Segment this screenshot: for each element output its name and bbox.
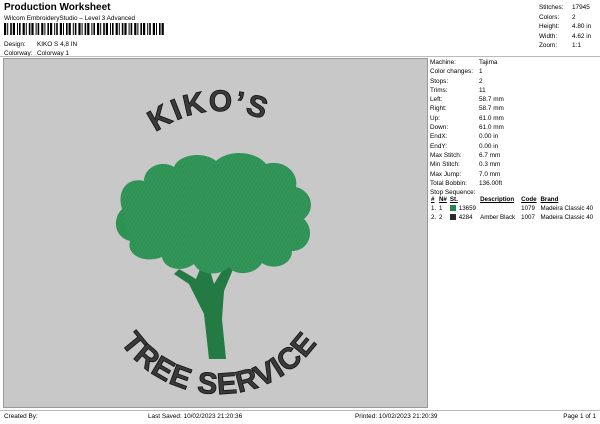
created-by: Created By: <box>4 413 38 420</box>
software-subtitle: Wilcom EmbroideryStudio – Level 3 Advanc… <box>4 15 136 22</box>
printed-date: Printed: 10/02/2023 21:20:39 <box>355 413 438 420</box>
header-divider <box>0 56 600 57</box>
info-right: Right: 58.7 mm <box>430 105 504 113</box>
info-stops: Stops: 2 <box>430 77 483 85</box>
stat-stitches: Stitches: 17945 <box>539 4 590 11</box>
col-st: St. <box>449 196 458 203</box>
col-num: # <box>431 196 435 203</box>
info-left: Left: 58.7 mm <box>430 96 504 104</box>
table-row: 2. 2 4284 Amber Black 1007 Madeira Class… <box>431 214 594 221</box>
page-number: Page 1 of 1 <box>563 413 596 420</box>
design-label: Design: <box>4 41 26 48</box>
info-total-bobbin: Total Bobbin: 136.00ft <box>430 179 503 187</box>
info-machine: Machine: Tajima <box>430 59 498 66</box>
stop-sequence-table: # N# St. Description Code Brand 1. 1 136… <box>430 195 600 222</box>
info-endx: EndX: 0.00 in <box>430 133 499 141</box>
col-code: Code <box>521 196 537 203</box>
col-n: N# <box>438 196 447 203</box>
color-swatch <box>449 205 456 212</box>
design-stats: Stitches: 17945 Colors: 2 Height: 4.80 in W… <box>539 3 594 51</box>
design-value: KIKO S 4,8 IN <box>37 41 78 48</box>
stat-height: Height: 4.80 in <box>539 23 592 30</box>
info-up: Up: 61.0 mm <box>430 114 504 122</box>
tree-icon <box>115 153 311 359</box>
info-down: Down: 61.0 mm <box>430 124 504 132</box>
info-max-jump: Max Jump: 7.0 mm <box>430 170 501 178</box>
col-description: Description <box>480 196 515 203</box>
info-max-stitch: Max Stitch: 6.7 mm <box>430 151 501 159</box>
table-row: 1. 1 13659 1079 Madeira Classic 40 <box>431 205 594 212</box>
info-trims: Trims: 11 <box>430 86 486 94</box>
col-brand: Brand <box>540 196 559 203</box>
design-preview: KIKO’S TREE SERVICE <box>3 58 428 408</box>
info-min-stitch: Min Stitch: 0.3 mm <box>430 161 501 169</box>
embroidery-artwork: KIKO’S TREE SERVICE <box>114 85 323 402</box>
barcode <box>4 23 164 35</box>
last-saved: Last Saved: 10/02/2023 21:20:36 <box>148 413 243 420</box>
info-endy: EndY: 0.00 in <box>430 142 499 150</box>
info-color-changes: Color changes: 1 <box>430 68 483 76</box>
artwork-top-text: KIKO’S <box>142 85 273 138</box>
stat-width: Width: 4.62 in <box>539 32 592 40</box>
stat-zoom: Zoom: 1:1 <box>539 42 581 49</box>
footer: Created By: Last Saved: 10/02/2023 21:20… <box>0 411 600 423</box>
table-header-row: # N# St. Description Code Brand <box>430 195 600 204</box>
machine-info-panel: Machine: Tajima Color changes: 1 Stops: 2 T… <box>430 58 600 197</box>
stat-colors: Colors: 2 <box>539 13 576 21</box>
page-title: Production Worksheet <box>4 2 111 13</box>
color-swatch <box>449 214 456 221</box>
